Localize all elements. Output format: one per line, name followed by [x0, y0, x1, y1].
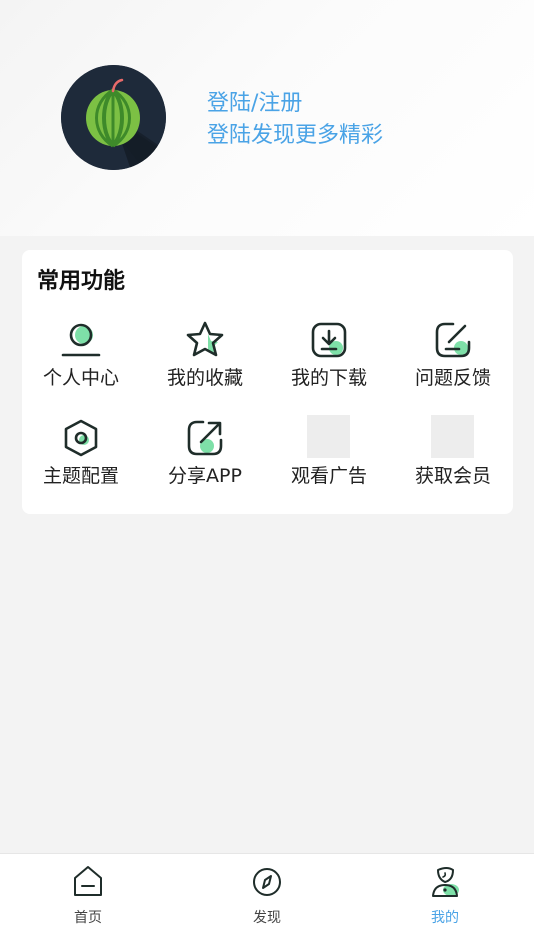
- home-icon: [74, 866, 102, 896]
- common-features-card: 常用功能 个人中心 我的收藏 我的下载 问题反馈 主题配置 分享APP 观看广告…: [22, 250, 513, 514]
- image-placeholder: [431, 415, 474, 458]
- feature-label: 获取会员: [414, 465, 491, 487]
- download-icon: [311, 322, 347, 358]
- login-prompt[interactable]: 登陆/注册 登陆发现更多精彩: [207, 88, 383, 152]
- image-placeholder: [307, 415, 350, 458]
- profile-header: 登陆/注册 登陆发现更多精彩: [0, 0, 534, 236]
- feature-label: 问题反馈: [414, 367, 491, 389]
- feature-label: 个人中心: [42, 367, 119, 389]
- watermelon-icon: [61, 65, 166, 170]
- tab-mine[interactable]: 我的: [405, 862, 485, 926]
- avatar[interactable]: [61, 65, 166, 170]
- feature-label: 观看广告: [290, 465, 367, 487]
- profile-icon: [432, 867, 459, 897]
- user-icon: [61, 323, 101, 357]
- feature-share-app[interactable]: 分享APP: [147, 418, 263, 490]
- tab-label: 首页: [74, 910, 102, 926]
- feature-feedback[interactable]: 问题反馈: [395, 320, 511, 392]
- star-icon: [186, 321, 224, 357]
- hexagon-settings-icon: [64, 419, 98, 457]
- tab-discover[interactable]: 发现: [227, 862, 307, 926]
- tab-home[interactable]: 首页: [48, 862, 128, 926]
- section-title: 常用功能: [37, 269, 126, 294]
- compass-icon: [253, 868, 281, 896]
- tab-label: 我的: [431, 910, 459, 926]
- login-register-link[interactable]: 登陆/注册: [207, 88, 383, 120]
- tab-label: 发现: [253, 910, 281, 926]
- bottom-tab-bar: 首页 发现 我的: [0, 853, 534, 929]
- feature-watch-ads[interactable]: 观看广告: [271, 415, 387, 490]
- edit-icon: [435, 322, 471, 358]
- feature-theme-settings[interactable]: 主题配置: [23, 418, 139, 490]
- feature-label: 我的收藏: [166, 367, 243, 389]
- feature-label: 主题配置: [42, 465, 119, 487]
- login-subtitle[interactable]: 登陆发现更多精彩: [207, 120, 383, 152]
- feature-downloads[interactable]: 我的下载: [271, 320, 387, 392]
- feature-favorites[interactable]: 我的收藏: [147, 320, 263, 392]
- feature-label: 分享APP: [168, 465, 242, 487]
- feature-label: 我的下载: [290, 367, 367, 389]
- feature-get-membership[interactable]: 获取会员: [395, 415, 511, 490]
- share-icon: [187, 420, 223, 456]
- feature-personal-center[interactable]: 个人中心: [23, 320, 139, 392]
